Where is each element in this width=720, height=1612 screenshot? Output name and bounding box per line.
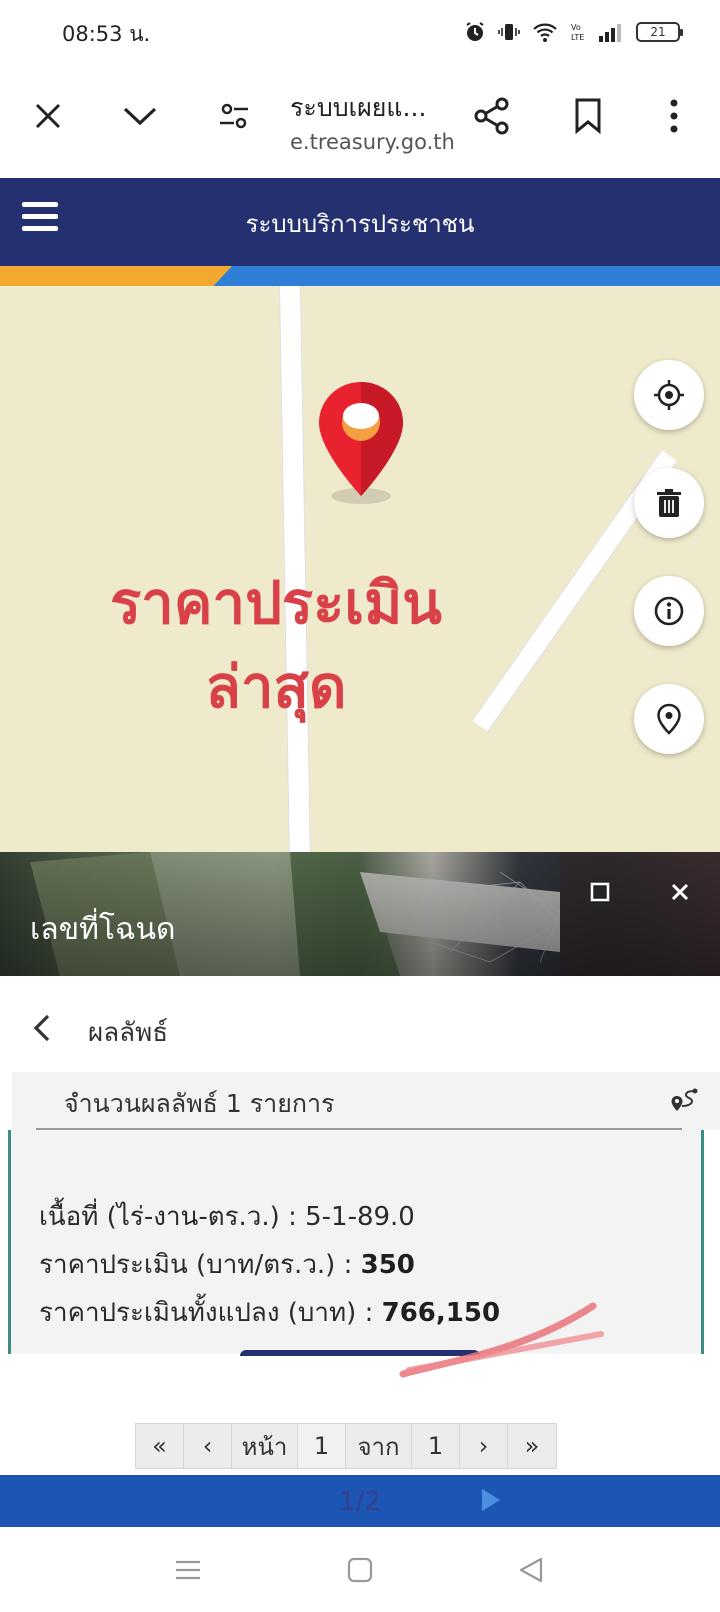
slide-indicator: 1/2: [339, 1487, 381, 1517]
signal-icon: [599, 24, 621, 42]
browser-page-title[interactable]: ระบบเผยแ...: [290, 88, 426, 128]
total-pages: 1: [412, 1424, 460, 1468]
price-value: 350: [360, 1250, 415, 1280]
bottom-slide-bar: 1/2: [0, 1475, 720, 1527]
map-pin-icon: [657, 703, 681, 735]
total-label: ราคาประเมินทั้งแปลง (บาท) :: [39, 1298, 374, 1328]
page-label: หน้า: [232, 1424, 298, 1468]
system-nav-bar: [0, 1527, 720, 1612]
more-vertical-icon: [670, 99, 678, 133]
area-value: 5-1-89.0: [305, 1202, 415, 1232]
delete-button[interactable]: [634, 468, 704, 538]
area-label: เนื้อที่ (ไร่-งาน-ตร.ว.) :: [39, 1202, 297, 1232]
info-icon: [654, 596, 684, 626]
battery-level: 21: [650, 25, 666, 39]
page: 08:53 น. Vo LTE 21 ระบบเผยแ... e.treasury…: [0, 0, 720, 1612]
results-count: จำนวนผลลัพธ์ 1 รายการ: [64, 1089, 335, 1118]
results-count-row: จำนวนผลลัพธ์ 1 รายการ: [12, 1072, 720, 1130]
pagination: « ‹ หน้า 1 จาก 1 › »: [135, 1423, 557, 1469]
highlight-annotation: [399, 1302, 604, 1378]
place-marker-button[interactable]: [634, 684, 704, 754]
header-accent-orange: [0, 266, 232, 286]
my-location-button[interactable]: [634, 360, 704, 430]
alarm-icon: [466, 22, 484, 41]
panel-header-banner: เลขที่โฉนด: [0, 852, 720, 976]
of-label: จาก: [346, 1424, 412, 1468]
maximize-icon: [590, 882, 610, 902]
volte-icon: VoLTE: [571, 23, 584, 42]
route-pin-icon[interactable]: [668, 1084, 702, 1118]
results-title: ผลลัพธ์: [88, 1018, 169, 1048]
app-title: ระบบบริการประชาชน: [245, 210, 475, 238]
price-row: ราคาประเมิน (บาท/ตร.ว.) : 350: [39, 1244, 415, 1285]
svg-text:Vo: Vo: [571, 23, 581, 32]
panel-title: เลขที่โฉนด: [30, 912, 176, 947]
back-icon[interactable]: [514, 1553, 548, 1587]
more-options-button[interactable]: [652, 94, 696, 138]
results-header: ผลลัพธ์: [0, 976, 720, 1072]
prev-page-button[interactable]: ‹: [184, 1424, 232, 1468]
maximize-panel-button[interactable]: [580, 872, 620, 912]
wifi-icon: [533, 23, 557, 42]
share-button[interactable]: [470, 94, 514, 138]
crosshair-icon: [654, 380, 684, 410]
area-row: เนื้อที่ (ไร่-งาน-ตร.ว.) : 5-1-89.0: [39, 1196, 415, 1237]
close-icon: [671, 883, 689, 901]
minimize-button[interactable]: [118, 94, 162, 138]
site-settings-button[interactable]: [212, 94, 256, 138]
recent-apps-icon[interactable]: [171, 1553, 205, 1587]
status-bar: 08:53 น. Vo LTE 21: [0, 0, 720, 66]
close-panel-button[interactable]: [660, 872, 700, 912]
share-icon: [474, 97, 509, 135]
trash-icon: [657, 489, 681, 517]
bookmark-button[interactable]: [566, 94, 610, 138]
chevron-down-icon: [123, 107, 157, 126]
home-icon[interactable]: [343, 1553, 377, 1587]
header-accent-stripe: [0, 266, 720, 286]
last-page-button[interactable]: »: [508, 1424, 556, 1468]
battery-icon: 21: [636, 22, 683, 42]
close-tab-button[interactable]: [26, 94, 70, 138]
status-icons: Vo LTE 21: [464, 18, 683, 46]
tune-icon: [220, 103, 248, 129]
location-pin-marker[interactable]: [313, 378, 409, 508]
app-header: ระบบบริการประชาชน: [0, 178, 720, 266]
back-arrow-icon[interactable]: [28, 1012, 56, 1044]
bookmark-icon: [575, 98, 601, 134]
current-page-input[interactable]: 1: [298, 1424, 346, 1468]
close-icon: [35, 103, 61, 129]
map-watermark: ราคาประเมิน ล่าสุด: [86, 561, 466, 729]
map-watermark-line2: ล่าสุด: [205, 653, 347, 721]
play-icon[interactable]: [482, 1489, 500, 1511]
map-view[interactable]: ราคาประเมิน ล่าสุด: [0, 286, 720, 852]
status-time: 08:53 น.: [62, 22, 151, 46]
next-page-button[interactable]: ›: [460, 1424, 508, 1468]
price-label: ราคาประเมิน (บาท/ตร.ว.) :: [39, 1250, 353, 1280]
svg-text:LTE: LTE: [571, 33, 584, 42]
first-page-button[interactable]: «: [136, 1424, 184, 1468]
info-button[interactable]: [634, 576, 704, 646]
browser-toolbar: ระบบเผยแ... e.treasury.go.th: [0, 66, 720, 178]
map-watermark-line1: ราคาประเมิน: [110, 569, 442, 637]
browser-url[interactable]: e.treasury.go.th: [290, 130, 455, 154]
vibrate-icon: [498, 24, 520, 40]
